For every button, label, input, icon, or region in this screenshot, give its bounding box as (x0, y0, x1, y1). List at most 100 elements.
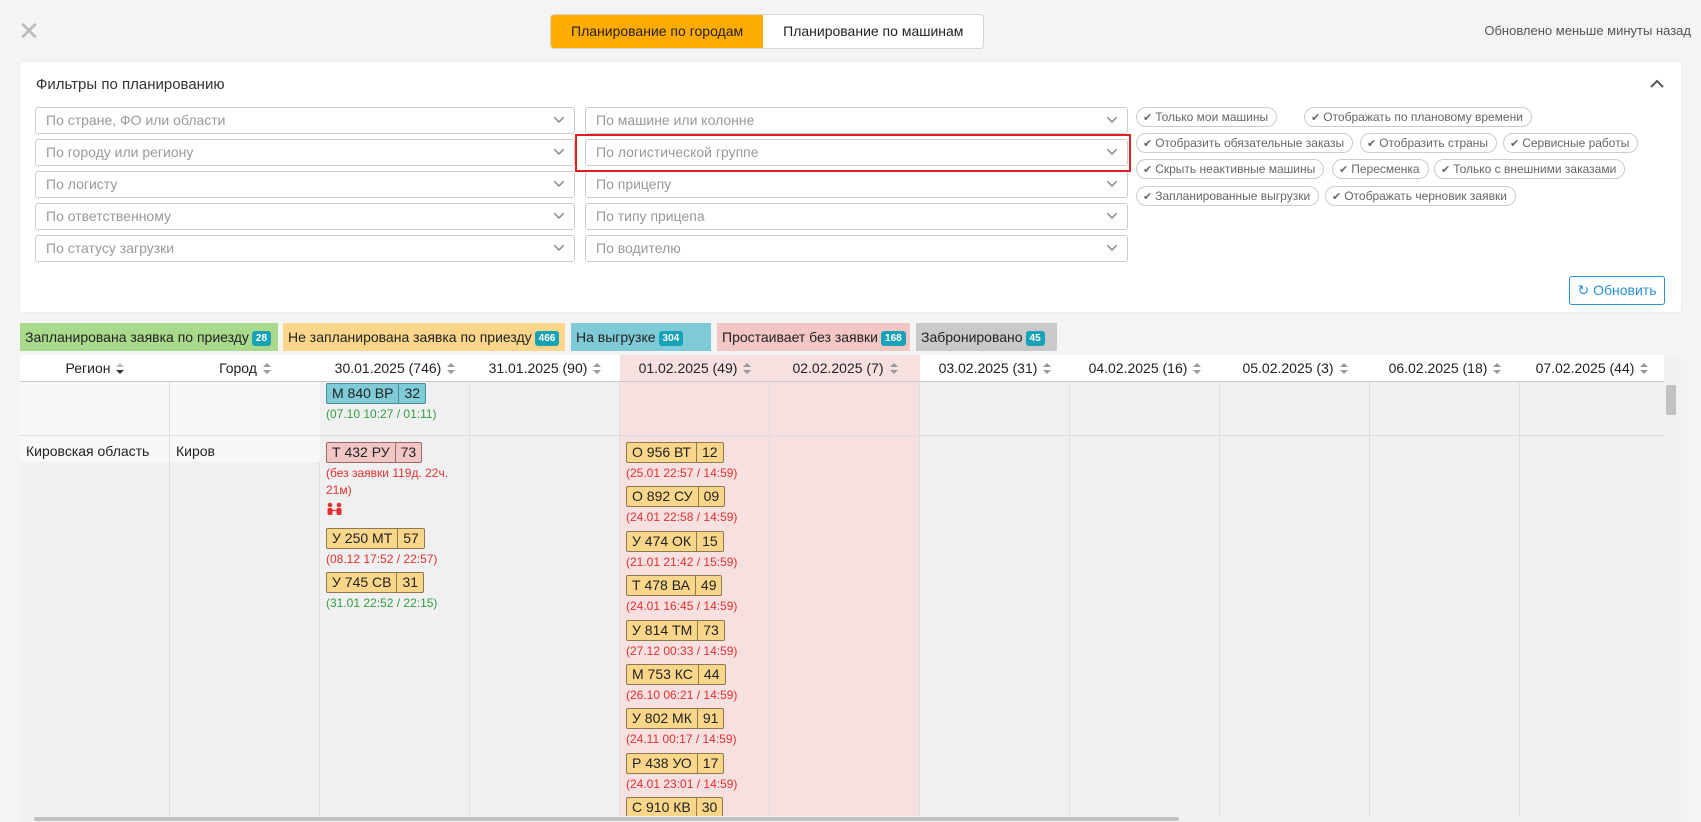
header-day-2[interactable]: 31.01.2025 (90) (470, 355, 620, 382)
sort-icon (889, 363, 898, 374)
vehicle-card[interactable]: О 956 ВТ 12 (626, 442, 724, 463)
mode-by-vehicles-button[interactable]: Планирование по машинам (763, 15, 983, 48)
driver-swap-icon (327, 502, 342, 515)
chevron-down-icon (554, 117, 564, 123)
vehicle-filter[interactable]: По машине или колонне (585, 107, 1128, 134)
chip-label: Отображать по плановому времени (1323, 110, 1523, 124)
vehicle-info: (24.01 23:01 / 14:59) (626, 777, 738, 791)
header-label: 05.02.2025 (3) (1242, 360, 1334, 376)
city-filter[interactable]: По городу или региону (35, 139, 575, 166)
vehicle-info: (24.11 00:17 / 14:59) (626, 732, 737, 746)
trailer-filter[interactable]: По прицепу (585, 171, 1128, 198)
header-day-4[interactable]: 02.02.2025 (7) (770, 355, 920, 382)
header-city[interactable]: Город (170, 355, 320, 382)
header-day-7[interactable]: 05.02.2025 (3) (1220, 355, 1370, 382)
chip-planned-unloadings[interactable]: ✔ Запланированные выгрузки (1136, 186, 1320, 206)
vehicle-number: У 745 СВ (332, 574, 392, 590)
vehicle-number: М 753 КС (632, 666, 693, 682)
check-icon: ✔ (1143, 164, 1153, 176)
header-label: 31.01.2025 (90) (488, 360, 588, 376)
chip-external-orders[interactable]: ✔ Только с внешними заказами (1434, 159, 1626, 179)
vehicle-info: (без заявки 119д. 22ч. (326, 466, 449, 480)
vehicle-card[interactable]: С 910 КВ 30 (626, 797, 724, 818)
planning-mode-switch: Планирование по городам Планирование по … (550, 14, 985, 49)
vertical-scroll-thumb[interactable] (1666, 385, 1676, 415)
legend-count: 466 (534, 331, 560, 346)
legend-label: Простаивает без заявки (722, 329, 879, 345)
chip-service-works[interactable]: ✔ Сервисные работы (1503, 133, 1639, 153)
chip-label: Сервисные работы (1522, 136, 1630, 150)
check-icon: ✔ (1510, 138, 1520, 150)
chip-hide-inactive[interactable]: ✔ Скрыть неактивные машины (1136, 159, 1325, 179)
mode-by-cities-button[interactable]: Планирование по городам (551, 15, 764, 48)
check-icon: ✔ (1332, 191, 1342, 203)
vehicle-count: 12 (695, 443, 723, 462)
chip-draft-order[interactable]: ✔ Отображать черновик заявки (1325, 186, 1516, 206)
vehicle-number: У 814 ТМ (632, 622, 693, 638)
legend-label: Не запланирована заявка по приезду (288, 329, 532, 345)
vehicle-count: 30 (695, 798, 723, 817)
city-filter-placeholder: По городу или региону (46, 144, 194, 160)
chip-label: Отображать черновик заявки (1344, 189, 1507, 203)
check-icon: ✔ (1311, 112, 1321, 124)
vehicle-info: (24.01 16:45 / 14:59) (626, 599, 738, 613)
vehicle-number: У 474 ОК (632, 533, 692, 549)
sort-icon (1339, 363, 1348, 374)
trailer-type-filter[interactable]: По типу прицепа (585, 203, 1128, 230)
chip-planned-time[interactable]: ✔ Отображать по плановому времени (1304, 107, 1532, 127)
header-day-3[interactable]: 01.02.2025 (49) (620, 355, 770, 382)
horizontal-scroll-thumb[interactable] (34, 817, 1179, 821)
column-day-9 (1520, 355, 1664, 822)
header-day-6[interactable]: 04.02.2025 (16) (1070, 355, 1220, 382)
vertical-scrollbar[interactable] (1664, 355, 1681, 822)
vehicle-card[interactable]: Т 432 РУ 73 (326, 442, 423, 463)
header-label: 04.02.2025 (16) (1088, 360, 1188, 376)
vehicle-card[interactable]: М 840 ВР 32 (326, 383, 427, 404)
chip-label: Скрыть неактивные машины (1155, 162, 1316, 176)
chip-show-countries[interactable]: ✔ Отобразить страны (1360, 133, 1498, 153)
vehicle-card[interactable]: Р 438 УО 17 (626, 753, 725, 774)
vehicle-count: 09 (697, 487, 725, 506)
vehicle-card[interactable]: О 892 СУ 09 (626, 486, 726, 507)
chip-label: Отобразить страны (1379, 136, 1489, 150)
vehicle-count: 73 (697, 621, 724, 640)
chevron-up-icon[interactable] (1647, 74, 1667, 94)
chip-shift-change[interactable]: ✔ Пересменка (1332, 159, 1429, 179)
vehicle-info: (31.01 22:52 / 22:15) (326, 596, 438, 610)
vehicle-card[interactable]: У 745 СВ 31 (326, 572, 425, 593)
header-day-8[interactable]: 06.02.2025 (18) (1370, 355, 1520, 382)
logist-filter[interactable]: По логисту (35, 171, 575, 198)
vehicle-card[interactable]: У 814 ТМ 73 (626, 620, 725, 641)
vehicle-number: У 250 МТ (332, 530, 393, 546)
vehicle-card[interactable]: У 802 МК 91 (626, 708, 725, 729)
chevron-down-icon (1107, 117, 1117, 123)
vehicle-number: О 892 СУ (632, 488, 693, 504)
vehicle-number: Р 438 УО (632, 755, 692, 771)
chevron-down-icon (1107, 181, 1117, 187)
chip-label: Только мои машины (1155, 110, 1269, 124)
refresh-button[interactable]: ↻ Обновить (1569, 276, 1665, 305)
vehicle-card[interactable]: М 753 КС 44 (626, 664, 726, 685)
vehicle-count: 44 (697, 665, 725, 684)
close-icon[interactable]: ✕ (18, 18, 40, 44)
country-filter[interactable]: По стране, ФО или области (35, 107, 575, 134)
header-label: 07.02.2025 (44) (1535, 360, 1635, 376)
vehicle-info: (25.01 22:57 / 14:59) (626, 466, 738, 480)
chip-mandatory-orders[interactable]: ✔ Отобразить обязательные заказы (1136, 133, 1354, 153)
header-label: 06.02.2025 (18) (1388, 360, 1488, 376)
vehicle-card[interactable]: Т 478 ВА 49 (626, 575, 723, 596)
vehicle-card[interactable]: У 250 МТ 57 (326, 528, 425, 549)
chip-only-my-vehicles[interactable]: ✔ Только мои машины (1136, 107, 1278, 127)
chevron-down-icon (1107, 245, 1117, 251)
trailer-filter-placeholder: По прицепу (596, 176, 672, 192)
driver-filter[interactable]: По водителю (585, 235, 1128, 262)
legend-count: 45 (1025, 331, 1045, 346)
header-day-9[interactable]: 07.02.2025 (44) (1520, 355, 1664, 382)
loading-status-filter[interactable]: По статусу загрузки (35, 235, 575, 262)
vehicle-card[interactable]: У 474 ОК 15 (626, 531, 724, 552)
responsible-filter[interactable]: По ответственному (35, 203, 575, 230)
header-day-5[interactable]: 03.02.2025 (31) (920, 355, 1070, 382)
header-day-1[interactable]: 30.01.2025 (746) (320, 355, 470, 382)
header-region[interactable]: Регион (20, 355, 170, 382)
vehicle-info: 21м) (326, 483, 352, 497)
